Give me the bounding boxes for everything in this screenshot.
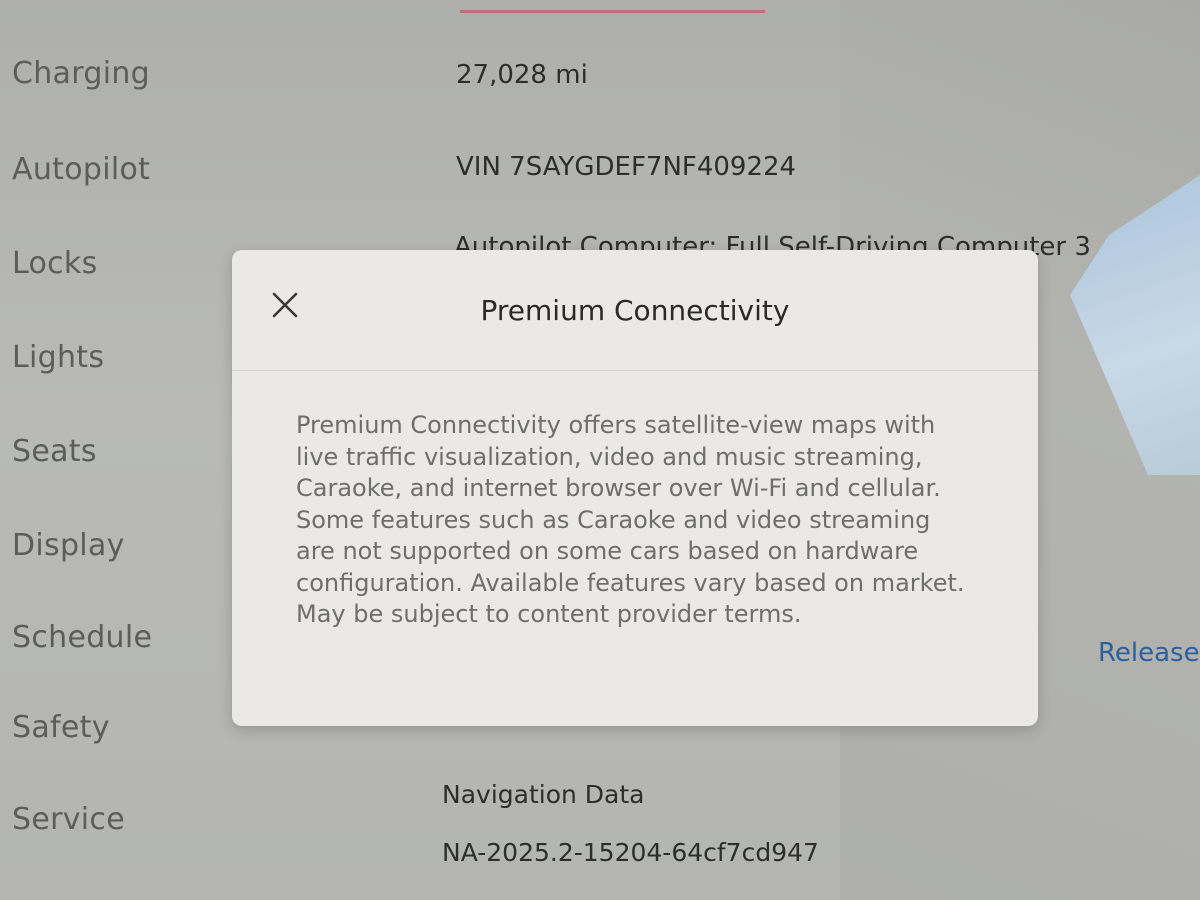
sidebar-item-display[interactable]: Display: [12, 528, 125, 563]
release-notes-link[interactable]: Release: [1098, 638, 1200, 668]
settings-sidebar: Charging Autopilot Locks Lights Seats Di…: [0, 0, 230, 900]
premium-connectivity-dialog: Premium Connectivity Premium Connectivit…: [232, 250, 1038, 726]
dialog-title: Premium Connectivity: [480, 294, 790, 327]
vin-value: VIN 7SAYGDEF7NF409224: [456, 152, 797, 182]
sidebar-item-service[interactable]: Service: [12, 802, 125, 837]
navigation-data-version: NA-2025.2-15204-64cf7cd947: [442, 838, 819, 867]
sidebar-item-locks[interactable]: Locks: [12, 246, 98, 281]
accent-divider: [460, 10, 765, 13]
dialog-header: Premium Connectivity: [232, 250, 1038, 371]
settings-screen: Charging Autopilot Locks Lights Seats Di…: [0, 0, 1200, 900]
sidebar-item-lights[interactable]: Lights: [12, 340, 104, 375]
navigation-data-label: Navigation Data: [442, 780, 645, 809]
sidebar-item-seats[interactable]: Seats: [12, 434, 97, 469]
sidebar-item-charging[interactable]: Charging: [12, 56, 150, 91]
sidebar-item-autopilot[interactable]: Autopilot: [12, 152, 150, 187]
odometer-value: 27,028 mi: [456, 60, 588, 90]
sidebar-item-safety[interactable]: Safety: [12, 710, 110, 745]
sidebar-item-schedule[interactable]: Schedule: [12, 620, 152, 655]
dialog-body-text: Premium Connectivity offers satellite-vi…: [296, 411, 965, 628]
